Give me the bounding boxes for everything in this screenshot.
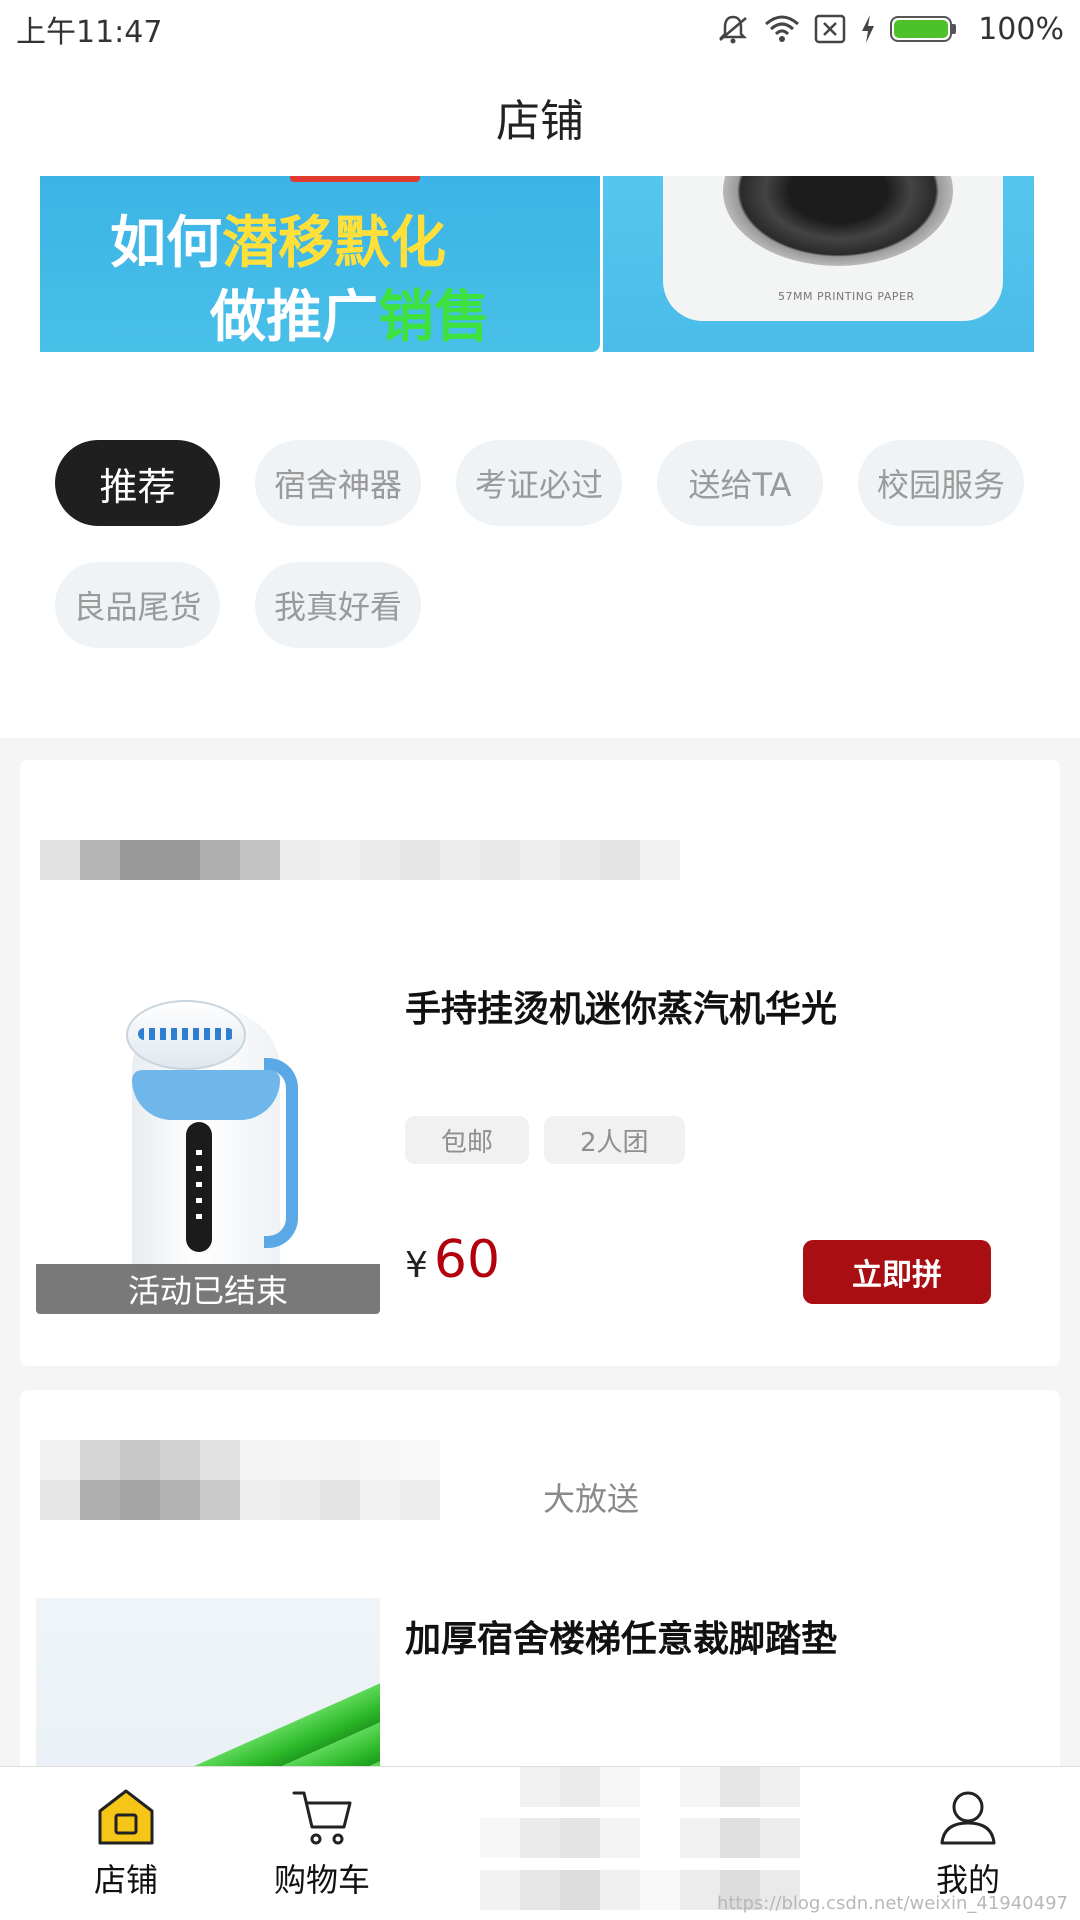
tab-shop[interactable]: 店铺	[66, 1767, 186, 1920]
profile-icon	[940, 1791, 996, 1845]
card-header-text: 大放送	[543, 1480, 640, 1518]
banner-headline-2: 做推广销售	[210, 285, 490, 350]
shop-icon	[98, 1789, 154, 1845]
printer-label: 57MM PRINTING PAPER	[778, 290, 915, 303]
charging-icon	[860, 14, 876, 44]
watermark: https://blog.csdn.net/weixin_41940497	[716, 1893, 1068, 1914]
cart-icon	[292, 1791, 352, 1845]
battery-icon	[890, 16, 957, 42]
product-card[interactable]: 大放送 加厚宿舍楼梯任意裁脚踏垫	[20, 1390, 1060, 1766]
banner-headline-1: 如何潜移默化	[110, 211, 446, 276]
promo-banner[interactable]: 如何潜移默化 做推广销售 57MM PRINTING PAPER	[40, 176, 1034, 352]
category-chip-gift[interactable]: 送给TA	[657, 440, 823, 526]
page-title: 店铺	[496, 96, 584, 147]
wifi-icon	[764, 14, 800, 44]
product-title[interactable]: 加厚宿舍楼梯任意裁脚踏垫	[405, 1610, 837, 1662]
product-image-steamer[interactable]: 活动已结束	[36, 970, 380, 1314]
category-chip-beauty[interactable]: 我真好看	[255, 562, 421, 648]
sim-icon	[814, 14, 846, 44]
battery-percent: 100%	[978, 11, 1064, 47]
category-chip-clearance[interactable]: 良品尾货	[55, 562, 220, 648]
mute-icon	[716, 12, 750, 46]
banner-slide-current[interactable]: 如何潜移默化 做推广销售	[40, 176, 600, 352]
bottom-tab-bar: 店铺 购物车 我的 https://blog.csdn.net/weixin_4…	[0, 1766, 1080, 1920]
product-list[interactable]: 活动已结束 手持挂烫机迷你蒸汽机华光 包邮 2人团 ¥ 60 立即拼 大放送 加…	[0, 738, 1080, 1766]
join-group-button[interactable]: 立即拼	[803, 1240, 991, 1304]
product-image-doormat[interactable]	[36, 1598, 380, 1766]
category-chip-dorm[interactable]: 宿舍神器	[255, 440, 421, 526]
banner-decoration	[290, 176, 420, 182]
product-price: ¥ 60	[405, 1230, 500, 1290]
tag-group-size: 2人团	[544, 1116, 685, 1164]
tab-label-cart: 购物车	[273, 1861, 370, 1899]
card-header-blurred	[40, 1440, 440, 1520]
status-bar: 上午11:47 100%	[0, 0, 1080, 58]
tab-cart[interactable]: 购物车	[262, 1767, 382, 1920]
category-chip-campus[interactable]: 校园服务	[858, 440, 1024, 526]
card-header-blurred	[40, 840, 680, 880]
product-card[interactable]: 活动已结束 手持挂烫机迷你蒸汽机华光 包邮 2人团 ¥ 60 立即拼	[20, 760, 1060, 1366]
status-time: 上午11:47	[16, 15, 163, 50]
activity-ended-overlay: 活动已结束	[36, 1264, 380, 1314]
price-value: 60	[433, 1230, 501, 1290]
tag-free-shipping: 包邮	[405, 1116, 530, 1164]
tab-label-shop: 店铺	[93, 1861, 158, 1899]
product-title[interactable]: 手持挂烫机迷你蒸汽机华光	[405, 980, 837, 1032]
status-icons: 100%	[716, 12, 1064, 47]
app-header: 店铺	[0, 58, 1080, 176]
currency-symbol: ¥	[405, 1245, 428, 1286]
product-tags: 包邮 2人团	[405, 1116, 685, 1164]
category-chip-recommend[interactable]: 推荐	[55, 440, 220, 526]
category-chip-exam[interactable]: 考证必过	[456, 440, 622, 526]
banner-slide-next[interactable]: 57MM PRINTING PAPER	[603, 176, 1034, 352]
